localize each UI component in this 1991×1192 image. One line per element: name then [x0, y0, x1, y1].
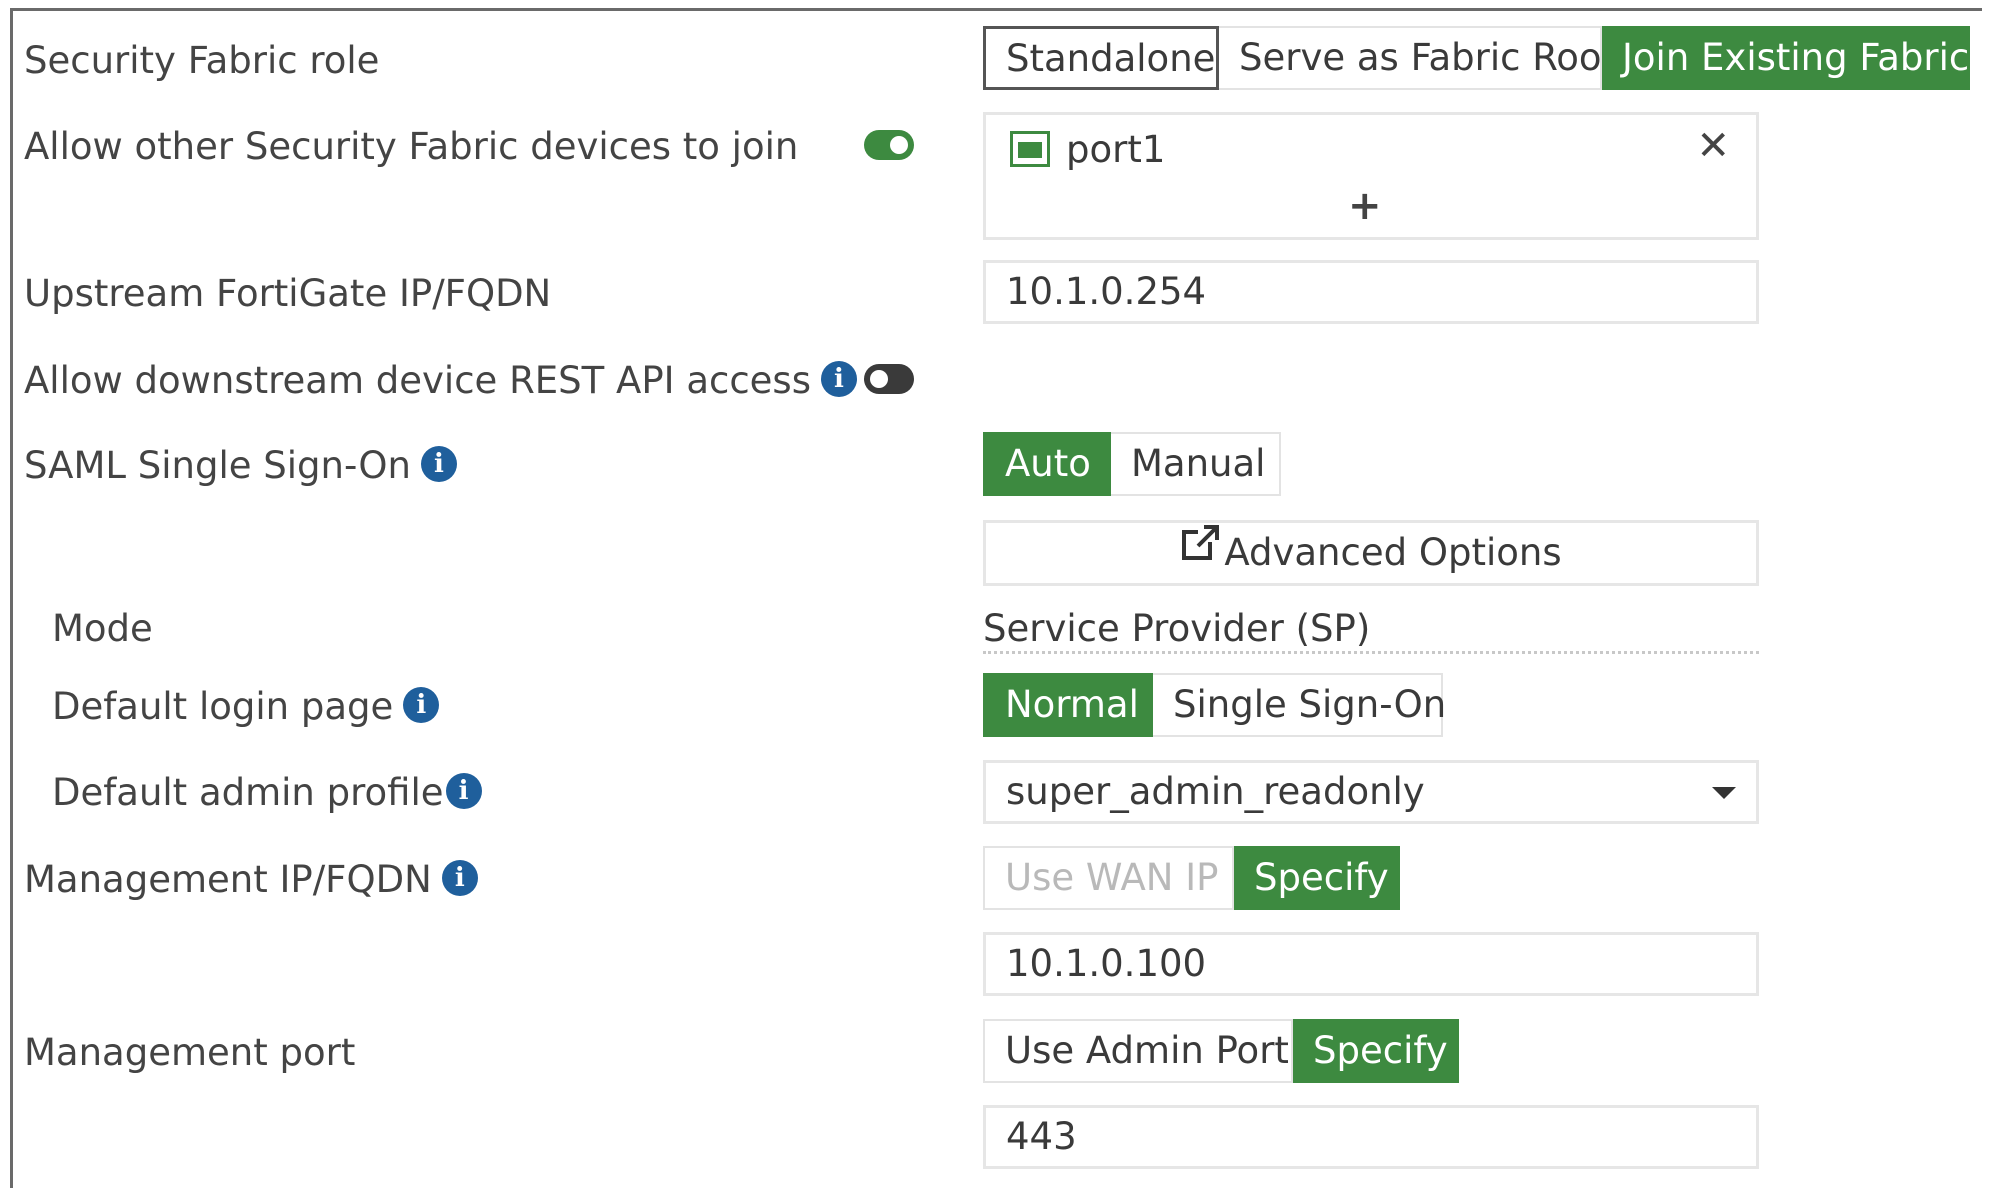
- info-icon[interactable]: i: [403, 686, 440, 723]
- login-page-label-text: Default login page: [52, 685, 394, 728]
- saml-auto-option[interactable]: Auto: [983, 432, 1111, 496]
- external-link-icon: [1180, 522, 1220, 582]
- admin-profile-select[interactable]: super_admin_readonly: [983, 760, 1759, 824]
- mode-label: Mode: [52, 607, 153, 650]
- fabric-role-label: Security Fabric role: [24, 39, 380, 82]
- fabric-role-serve-root[interactable]: Serve as Fabric Root: [1219, 26, 1616, 90]
- login-page-label: Default login page i: [52, 684, 440, 730]
- mgmt-port-selector: Use Admin Port Specify: [983, 1019, 1459, 1083]
- mgmt-ip-use-wan-option[interactable]: Use WAN IP: [983, 846, 1234, 910]
- rest-api-label: Allow downstream device REST API access i: [24, 358, 857, 404]
- saml-label: SAML Single Sign-On i: [24, 443, 457, 489]
- saml-label-text: SAML Single Sign-On: [24, 444, 411, 487]
- login-page-normal-option[interactable]: Normal: [983, 673, 1153, 737]
- mode-value: Service Provider (SP): [983, 606, 1759, 654]
- info-icon[interactable]: i: [420, 445, 457, 482]
- info-icon[interactable]: i: [441, 859, 478, 896]
- info-icon[interactable]: i: [445, 772, 482, 809]
- mgmt-port-use-admin-option[interactable]: Use Admin Port: [983, 1019, 1293, 1083]
- mgmt-ip-specify-option[interactable]: Specify: [1234, 846, 1400, 910]
- rest-api-toggle[interactable]: [864, 364, 914, 394]
- network-port-icon: [1010, 131, 1050, 167]
- mgmt-port-specify-option[interactable]: Specify: [1293, 1019, 1459, 1083]
- mgmt-ip-selector: Use WAN IP Specify: [983, 846, 1400, 910]
- interface-tag-port1: port1: [1066, 128, 1166, 171]
- mgmt-ip-input[interactable]: 10.1.0.100: [983, 932, 1759, 996]
- advanced-options-button[interactable]: Advanced Options: [983, 520, 1759, 586]
- mgmt-port-label: Management port: [24, 1031, 356, 1074]
- advanced-options-label: Advanced Options: [1224, 531, 1562, 574]
- saml-mode-selector: Auto Manual: [983, 432, 1281, 496]
- rest-api-label-text: Allow downstream device REST API access: [24, 359, 811, 402]
- mgmt-ip-label: Management IP/FQDN i: [24, 857, 478, 903]
- chevron-down-icon: [1712, 787, 1736, 799]
- admin-profile-label-text: Default admin profile: [52, 771, 444, 814]
- fabric-role-standalone[interactable]: Standalone: [983, 26, 1219, 90]
- saml-manual-option[interactable]: Manual: [1111, 432, 1281, 496]
- mgmt-port-input[interactable]: 443: [983, 1105, 1759, 1169]
- upstream-ip-input[interactable]: 10.1.0.254: [983, 260, 1759, 324]
- remove-interface-icon[interactable]: ✕: [1696, 121, 1730, 171]
- login-page-sso-option[interactable]: Single Sign-On: [1153, 673, 1446, 737]
- mgmt-ip-label-text: Management IP/FQDN: [24, 858, 432, 901]
- add-interface-icon[interactable]: +: [1348, 181, 1382, 231]
- allow-join-toggle[interactable]: [864, 130, 914, 160]
- admin-profile-value: super_admin_readonly: [1006, 770, 1425, 813]
- interface-tag-box: port1 ✕ +: [983, 112, 1759, 240]
- admin-profile-label: Default admin profile i: [52, 770, 482, 816]
- upstream-label: Upstream FortiGate IP/FQDN: [24, 272, 552, 315]
- fabric-role-join-existing[interactable]: Join Existing Fabric: [1602, 26, 1970, 90]
- allow-join-label: Allow other Security Fabric devices to j…: [24, 125, 799, 168]
- login-page-selector: Normal Single Sign-On: [983, 673, 1446, 737]
- fabric-role-selector: Standalone Serve as Fabric Root Join Exi…: [983, 26, 1970, 90]
- info-icon[interactable]: i: [821, 360, 857, 397]
